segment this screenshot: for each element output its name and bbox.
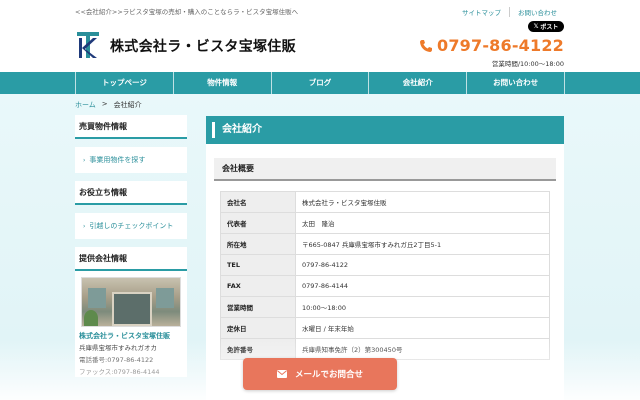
sidebar-link-label: 引越しのチェックポイント	[89, 222, 174, 230]
company-logo-icon[interactable]	[75, 30, 103, 60]
contact-top-link[interactable]: お問い合わせ	[509, 7, 565, 17]
sidebar-link-business-properties[interactable]: › 事業用物件を探す	[75, 147, 187, 173]
table-row: 営業時間 10:00～18:00	[220, 296, 550, 318]
breadcrumb-current: 会社紹介	[113, 101, 142, 109]
phone-number: 0797-86-4122	[436, 36, 564, 55]
table-row: TEL 0797-86-4122	[220, 254, 550, 276]
sidebar: 売買物件情報 › 事業用物件を探す お役立ち情報 › 引越しのチェックポイント …	[75, 115, 187, 385]
business-hours: 営業時間/10:00～18:00	[491, 60, 564, 68]
tagline: <<会社紹介>>ラビスタ宝塚の売却・購入のことならラ・ビスタ宝塚住販へ	[75, 8, 299, 16]
breadcrumb-home[interactable]: ホーム	[75, 100, 96, 110]
row-key: FAX	[220, 275, 296, 297]
sitemap-link[interactable]: サイトマップ	[454, 7, 509, 17]
mail-contact-button[interactable]: メールでお問合せ	[243, 358, 397, 390]
row-key: 免許番号	[220, 338, 296, 360]
breadcrumb: ホーム > 会社紹介	[75, 100, 142, 110]
company-title[interactable]: 株式会社ラ・ビスタ宝塚住販	[110, 36, 296, 56]
breadcrumb-separator: >	[101, 100, 108, 108]
provider-block: 提供会社情報 株式会社ラ・ビスタ宝塚住販 兵庫県宝塚市すみれガオカ 電話番号:0…	[75, 247, 187, 377]
row-value: 太田 隆治	[295, 212, 550, 234]
row-value: 0797-86-4144	[295, 275, 550, 297]
top-links: サイトマップ お問い合わせ	[454, 7, 565, 17]
phone-icon	[419, 39, 432, 52]
table-row: 定休日 水曜日 / 年末年始	[220, 317, 550, 339]
shop-photo[interactable]	[81, 277, 181, 327]
nav-company[interactable]: 会社紹介	[369, 72, 468, 94]
sidebar-link-label: 事業用物件を探す	[89, 156, 146, 164]
row-value: 兵庫県知事免許（2）第300450号	[295, 338, 550, 360]
table-row: FAX 0797-86-4144	[220, 275, 550, 297]
table-row: 所在地 〒665-0847 兵庫県宝塚市すみれガ丘2丁目5-1	[220, 233, 550, 255]
phone-block[interactable]: 0797-86-4122	[419, 36, 564, 55]
table-row: 会社名 株式会社ラ・ビスタ宝塚住販	[220, 191, 550, 213]
mail-contact-label: メールでお問合せ	[294, 370, 363, 380]
company-info-table: 会社名 株式会社ラ・ビスタ宝塚住販 代表者 太田 隆治 所在地 〒665-0847 兵庫県…	[220, 191, 550, 360]
table-row: 代表者 太田 隆治	[220, 212, 550, 234]
row-key: TEL	[220, 254, 296, 276]
row-key: 営業時間	[220, 296, 296, 318]
provider-tel: 電話番号:0797-86-4122	[79, 356, 154, 364]
nav-top[interactable]: トップページ	[75, 72, 174, 94]
row-value: 水曜日 / 年末年始	[295, 317, 550, 339]
nav-properties[interactable]: 物件情報	[174, 72, 272, 94]
x-icon: 𝕏	[533, 23, 539, 30]
page-title: 会社紹介	[206, 116, 564, 144]
row-value: 株式会社ラ・ビスタ宝塚住販	[295, 191, 550, 213]
sidebar-link-moving-checklist[interactable]: › 引越しのチェックポイント	[75, 213, 187, 239]
provider-name[interactable]: 株式会社ラ・ビスタ宝塚住販	[75, 331, 187, 341]
row-value: 〒665-0847 兵庫県宝塚市すみれガ丘2丁目5-1	[295, 233, 550, 255]
row-key: 会社名	[220, 191, 296, 213]
nav-blog[interactable]: ブログ	[272, 72, 370, 94]
chevron-right-icon: ›	[83, 156, 86, 164]
main-nav: トップページ 物件情報 ブログ 会社紹介 お問い合わせ	[0, 72, 640, 94]
section-heading: 会社概要	[214, 158, 556, 181]
x-post-label: ポスト	[540, 24, 559, 31]
row-value: 0797-86-4122	[295, 254, 550, 276]
chevron-right-icon: ›	[83, 222, 86, 230]
provider-fax: ファックス:0797-86-4144	[79, 368, 160, 376]
row-value: 10:00～18:00	[295, 296, 550, 318]
row-key: 代表者	[220, 212, 296, 234]
nav-contact[interactable]: お問い合わせ	[467, 72, 565, 94]
x-post-button[interactable]: 𝕏 ポスト	[528, 21, 564, 32]
provider-address: 兵庫県宝塚市すみれガオカ	[79, 344, 157, 352]
mail-icon	[276, 370, 287, 378]
row-key: 所在地	[220, 233, 296, 255]
row-key: 定休日	[220, 317, 296, 339]
sidebar-heading-tips: お役立ち情報	[75, 181, 187, 205]
top-bar: <<会社紹介>>ラビスタ宝塚の売却・購入のことならラ・ビスタ宝塚住販へ サイトマ…	[0, 0, 640, 20]
table-row: 免許番号 兵庫県知事免許（2）第300450号	[220, 338, 550, 360]
sidebar-heading-sales: 売買物件情報	[75, 115, 187, 139]
sidebar-heading-provider: 提供会社情報	[75, 247, 187, 271]
